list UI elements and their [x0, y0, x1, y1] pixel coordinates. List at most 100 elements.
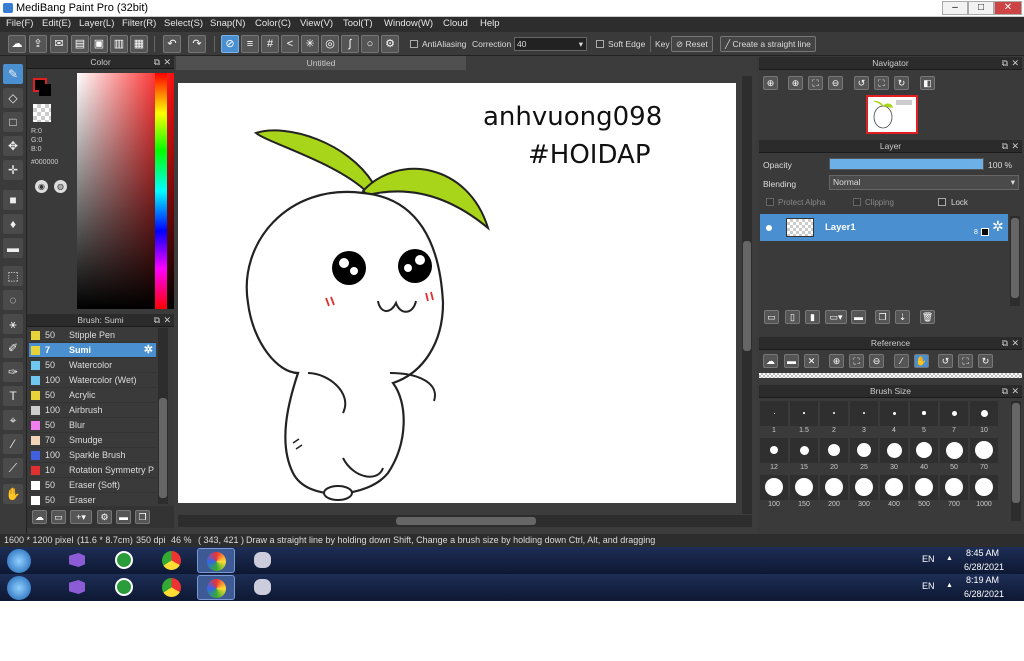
color-wheel-icon[interactable]: ◍: [54, 180, 67, 193]
ref-eyedropper-icon[interactable]: ⁄: [894, 354, 909, 368]
brush-item[interactable]: 50 Stipple Pen: [29, 328, 156, 343]
menu-file[interactable]: File(F): [6, 18, 33, 29]
new-layer-icon[interactable]: ▭: [764, 310, 779, 324]
brush-item[interactable]: 100 Sparkle Brush: [29, 448, 156, 463]
bucket-tool-icon[interactable]: ♦: [3, 214, 23, 234]
popout-icon[interactable]: ⧉: [1002, 140, 1008, 153]
ref-hand-icon[interactable]: ✋: [914, 354, 929, 368]
brush-item[interactable]: 50 Acrylic: [29, 388, 156, 403]
layer-settings-icon[interactable]: ✲: [992, 218, 1004, 235]
medibang-app[interactable]: [197, 575, 235, 600]
drawing-canvas[interactable]: anhvuong098 #HOIDAP: [178, 83, 736, 503]
flip-icon[interactable]: ◧: [920, 76, 935, 90]
new-file-icon[interactable]: ▤: [71, 35, 89, 53]
brush-size-option[interactable]: [880, 475, 908, 500]
brush-size-scrollbar[interactable]: [1011, 401, 1021, 521]
palette-icon[interactable]: ◉: [35, 180, 48, 193]
duplicate-icon[interactable]: ❐: [135, 510, 150, 524]
brush-size-option[interactable]: [940, 475, 968, 500]
cloud-brush-icon[interactable]: ☁: [32, 510, 47, 524]
hand-move-icon[interactable]: ✛: [3, 160, 23, 180]
brush-item[interactable]: 7 Sumi ✲: [29, 343, 156, 358]
brush-size-option[interactable]: [760, 475, 788, 500]
menu-layer[interactable]: Layer(L): [79, 18, 114, 29]
popout-icon[interactable]: ⧉: [1002, 57, 1008, 70]
gradient-tool-icon[interactable]: ▬: [3, 238, 23, 258]
circle-snap-icon[interactable]: ○: [361, 35, 379, 53]
ref-rotate-left-icon[interactable]: ↺: [938, 354, 953, 368]
clipping-checkbox[interactable]: [853, 198, 861, 206]
close-button[interactable]: ✕: [994, 1, 1022, 15]
popout-icon[interactable]: ⧉: [154, 56, 160, 69]
new-layer-alt-icon[interactable]: ▯: [785, 310, 800, 324]
ref-fit-window-icon[interactable]: ⛶: [958, 354, 973, 368]
popout-icon[interactable]: ⧉: [1002, 337, 1008, 350]
add-layer-menu-icon[interactable]: ▭▾: [825, 310, 847, 324]
menu-edit[interactable]: Edit(E): [42, 18, 71, 29]
lasso-tool-icon[interactable]: ◌: [3, 290, 23, 310]
brush-size-option[interactable]: [910, 475, 938, 500]
chrome-app[interactable]: [153, 548, 191, 573]
menu-cloud[interactable]: Cloud: [443, 18, 468, 29]
language-indicator[interactable]: EN: [922, 581, 935, 591]
close-icon[interactable]: ✕: [1011, 140, 1019, 153]
brush-size-option[interactable]: [880, 401, 908, 426]
visibility-icon[interactable]: [766, 225, 772, 231]
brush-settings-icon[interactable]: ⚙: [97, 510, 112, 524]
duplicate-layer-icon[interactable]: ❐: [875, 310, 890, 324]
canvas-horizontal-scrollbar[interactable]: [178, 515, 752, 527]
brush-size-option[interactable]: [970, 438, 998, 463]
brush-size-option[interactable]: [760, 438, 788, 463]
cross-snap-icon[interactable]: #: [261, 35, 279, 53]
comment-icon[interactable]: ✉: [50, 35, 68, 53]
menu-help[interactable]: Help: [480, 18, 500, 29]
brush-size-option[interactable]: [820, 401, 848, 426]
hue-slider[interactable]: [155, 73, 167, 309]
chevron-up-icon[interactable]: ▲: [946, 555, 953, 562]
brush-size-option[interactable]: [850, 438, 878, 463]
curve-snap-icon[interactable]: ∫: [341, 35, 359, 53]
brush-tool-icon[interactable]: ✎: [3, 64, 23, 84]
layer-scrollbar[interactable]: [1010, 216, 1020, 306]
antialiasing-checkbox[interactable]: [410, 40, 418, 48]
vanishing-point-icon[interactable]: <: [281, 35, 299, 53]
grid-icon[interactable]: ▦: [130, 35, 148, 53]
menu-color[interactable]: Color(C): [255, 18, 291, 29]
close-icon[interactable]: ✕: [1011, 385, 1019, 398]
menu-filter[interactable]: Filter(R): [122, 18, 156, 29]
reset-button[interactable]: ⊘ Reset: [671, 36, 713, 52]
brush-size-option[interactable]: [760, 401, 788, 426]
radial-snap-icon[interactable]: ✳: [301, 35, 319, 53]
zoom-out-icon[interactable]: ⊖: [828, 76, 843, 90]
select-eraser-icon[interactable]: ✑: [3, 362, 23, 382]
document-tab[interactable]: Untitled: [176, 56, 466, 70]
hand-tool-icon[interactable]: ✋: [3, 484, 23, 504]
visual-studio-app[interactable]: [59, 548, 97, 573]
brush-size-option[interactable]: [820, 438, 848, 463]
brush-size-option[interactable]: [790, 438, 818, 463]
cloud-icon[interactable]: ☁: [8, 35, 26, 53]
fit-window-icon[interactable]: ⛶: [874, 76, 889, 90]
start-button[interactable]: [7, 549, 31, 573]
open-ref-icon[interactable]: ▬: [784, 354, 799, 368]
brush-size-option[interactable]: [790, 401, 818, 426]
brush-item[interactable]: 100 Airbrush: [29, 403, 156, 418]
dot-tool-icon[interactable]: □: [3, 112, 23, 132]
folder-icon[interactable]: ▬: [851, 310, 866, 324]
new-brush-icon[interactable]: ▭: [51, 510, 66, 524]
start-button[interactable]: [7, 576, 31, 600]
magic-wand-icon[interactable]: ⚹: [3, 314, 23, 334]
rotate-left-icon[interactable]: ↺: [854, 76, 869, 90]
brush-item[interactable]: 70 Smudge: [29, 433, 156, 448]
undo-icon[interactable]: ↶: [163, 35, 181, 53]
folder-icon[interactable]: ▬: [116, 510, 131, 524]
app-green-icon[interactable]: [106, 575, 144, 600]
brush-size-option[interactable]: [970, 401, 998, 426]
zoom-in-icon[interactable]: ⊕: [763, 76, 778, 90]
transparent-color-swatch[interactable]: [33, 104, 51, 122]
brush-item[interactable]: 100 Watercolor (Wet): [29, 373, 156, 388]
brush-list-scrollbar[interactable]: [158, 328, 168, 504]
brush-item[interactable]: 50 Watercolor: [29, 358, 156, 373]
close-icon[interactable]: ✕: [1011, 57, 1019, 70]
move-tool-icon[interactable]: ✥: [3, 136, 23, 156]
